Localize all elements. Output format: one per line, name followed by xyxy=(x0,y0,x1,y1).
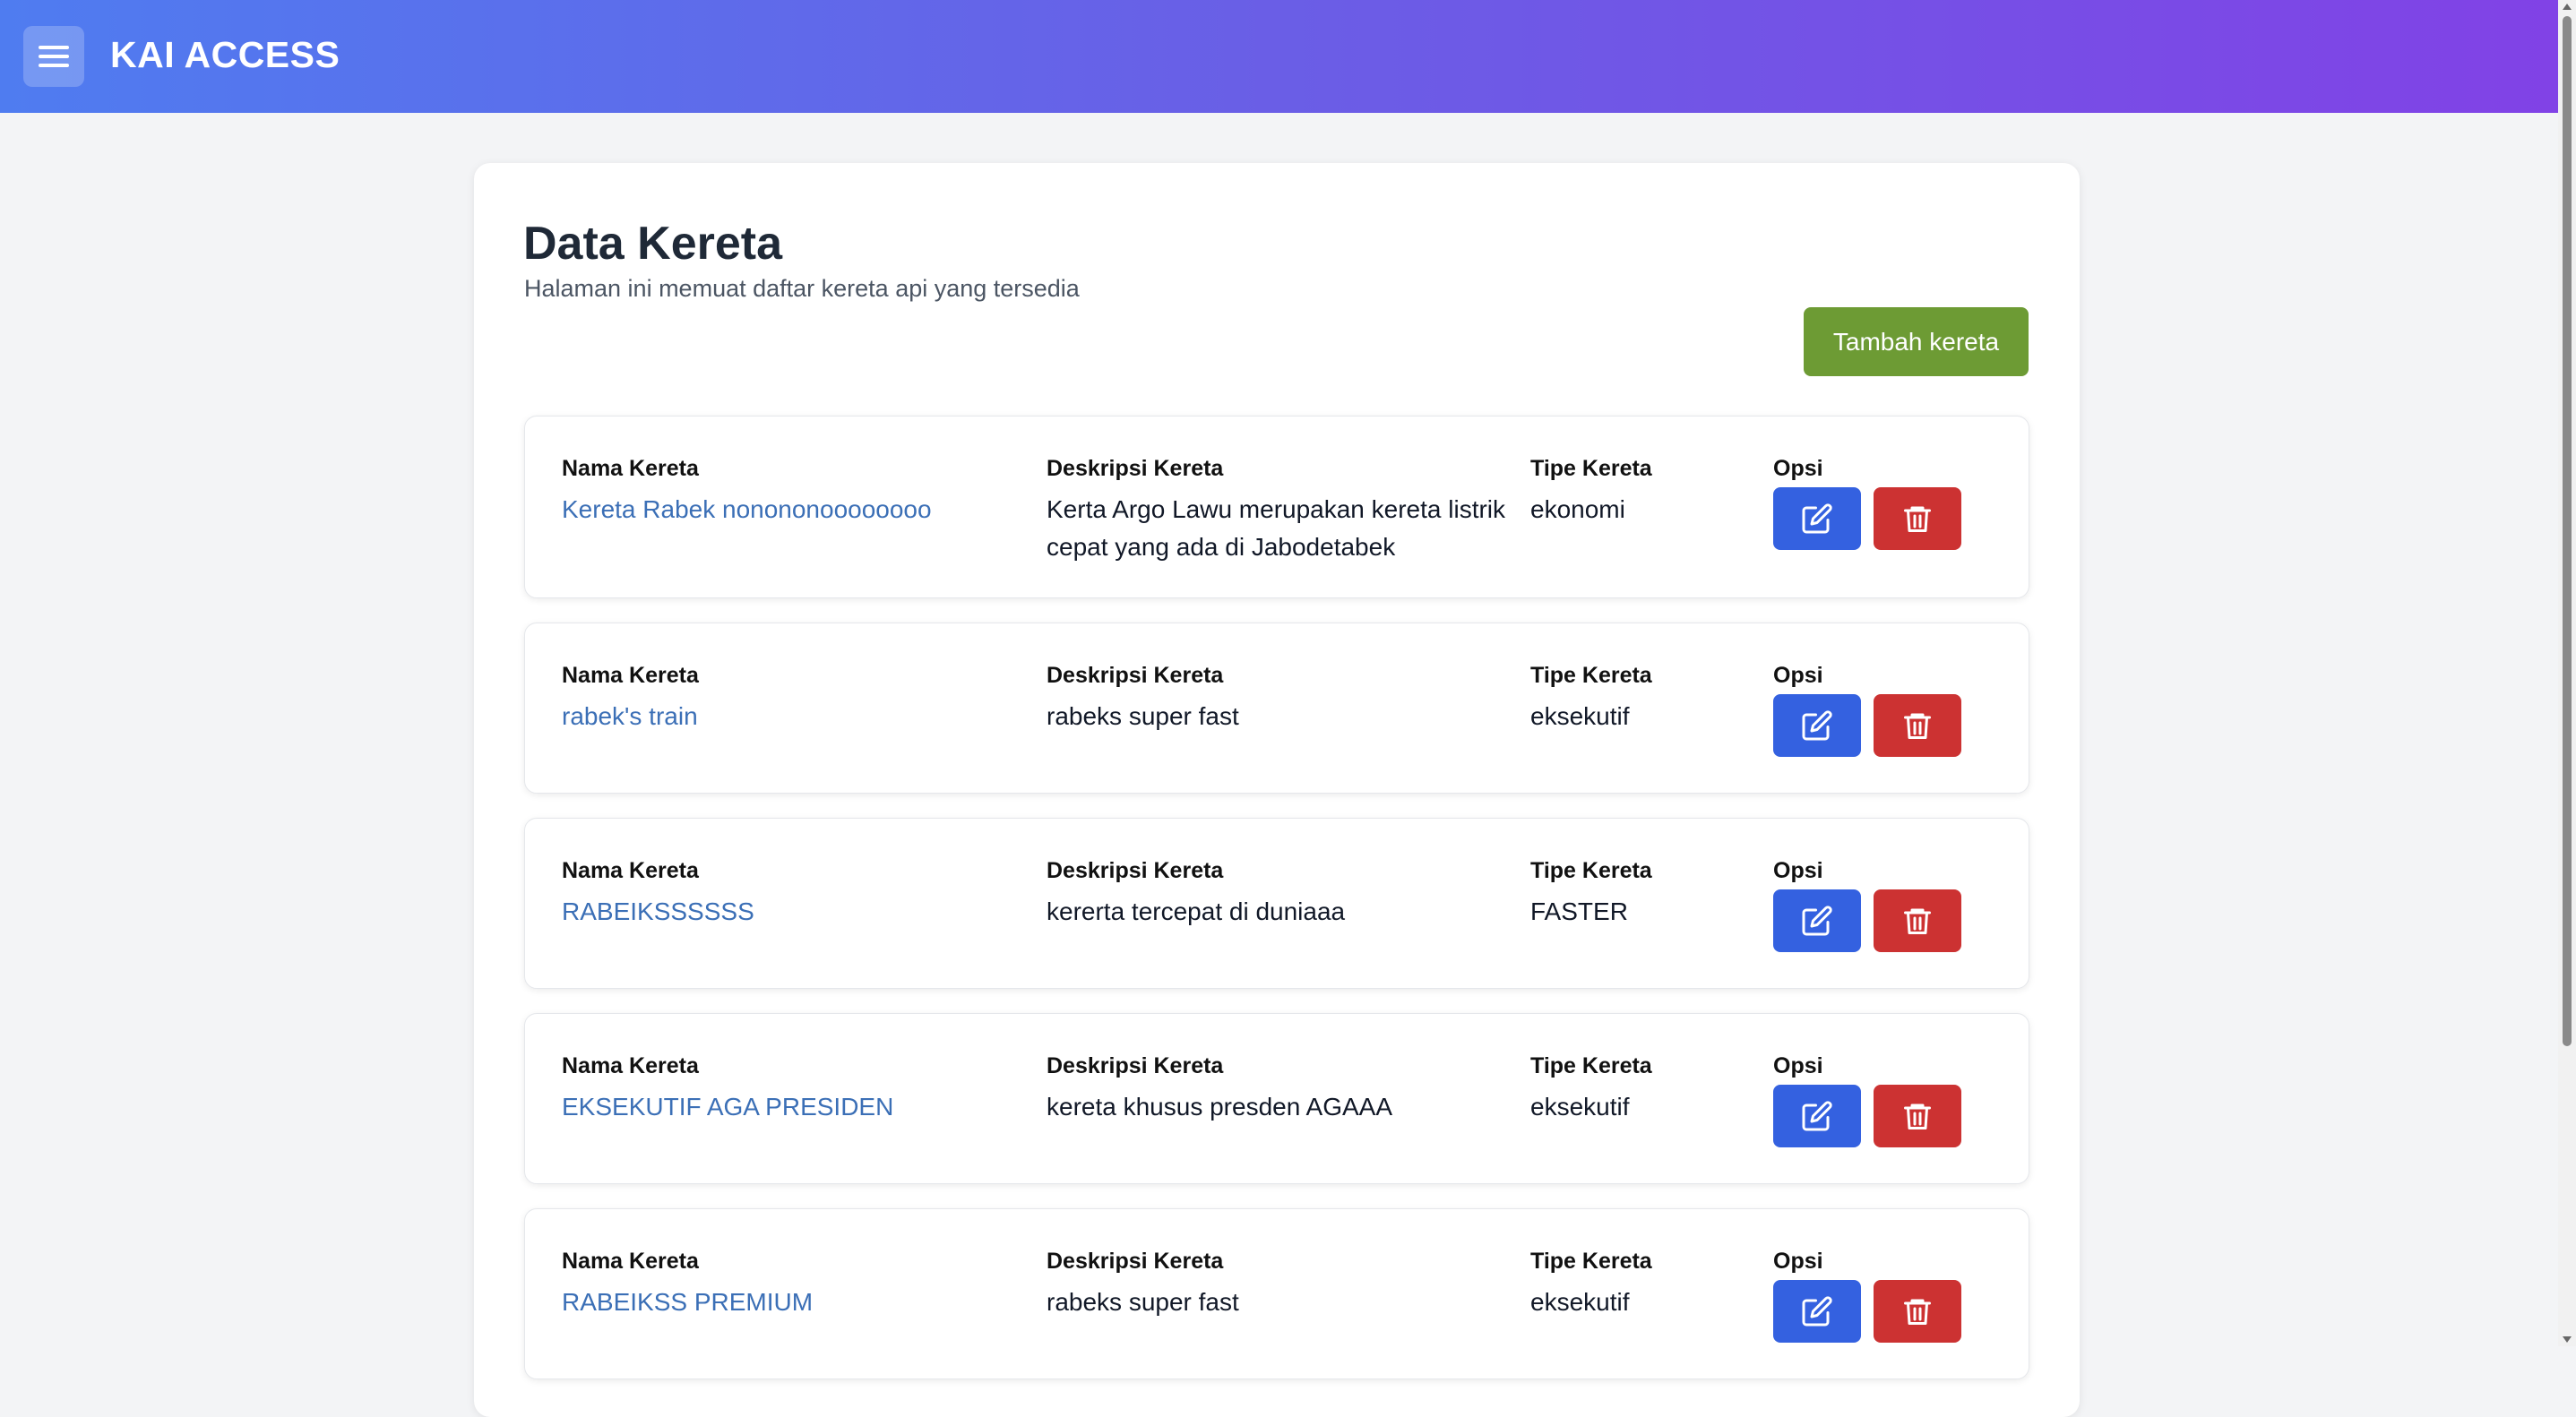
train-description: rabeks super fast xyxy=(1047,702,1239,730)
content-panel: Data Kereta Halaman ini memuat daftar ke… xyxy=(474,163,2080,1417)
type-label: Tipe Kereta xyxy=(1530,663,1652,688)
train-type: eksekutif xyxy=(1530,1288,1630,1316)
edit-button[interactable] xyxy=(1773,487,1861,550)
trash-icon xyxy=(1904,506,1931,532)
description-label: Deskripsi Kereta xyxy=(1047,456,1224,481)
train-name[interactable]: RABEIKSSSSSS xyxy=(562,893,1028,931)
app-title: KAI ACCESS xyxy=(110,34,340,75)
options-label: Opsi xyxy=(1773,1053,1823,1078)
delete-button[interactable] xyxy=(1874,487,1961,550)
edit-button[interactable] xyxy=(1773,694,1861,757)
scrollbar-thumb[interactable] xyxy=(2563,16,2572,1046)
name-label: Nama Kereta xyxy=(562,858,699,883)
train-card: Nama Kereta Kereta Rabek nonononoooooooo… xyxy=(524,416,2029,598)
name-label: Nama Kereta xyxy=(562,1053,699,1078)
type-label: Tipe Kereta xyxy=(1530,456,1652,481)
page-subtitle: Halaman ini memuat daftar kereta api yan… xyxy=(524,275,1080,302)
type-label: Tipe Kereta xyxy=(1530,1249,1652,1274)
description-label: Deskripsi Kereta xyxy=(1047,663,1224,688)
train-type: ekonomi xyxy=(1530,495,1625,523)
train-description: rabeks super fast xyxy=(1047,1288,1239,1316)
train-type: eksekutif xyxy=(1530,1093,1630,1121)
options-label: Opsi xyxy=(1773,1249,1823,1274)
page-title: Data Kereta xyxy=(523,218,783,270)
edit-button[interactable] xyxy=(1773,889,1861,952)
trash-icon xyxy=(1904,908,1931,934)
name-label: Nama Kereta xyxy=(562,1249,699,1274)
description-label: Deskripsi Kereta xyxy=(1047,1249,1224,1274)
menu-toggle-button[interactable] xyxy=(23,26,84,87)
pencil-square-icon xyxy=(1802,1296,1832,1327)
train-card: Nama Kereta RABEIKSS PREMIUM Deskripsi K… xyxy=(524,1208,2029,1379)
train-type: eksekutif xyxy=(1530,702,1630,730)
page-scrollbar[interactable] xyxy=(2558,0,2576,1346)
scroll-down-icon[interactable] xyxy=(2563,1336,2572,1343)
delete-button[interactable] xyxy=(1874,1280,1961,1343)
edit-button[interactable] xyxy=(1773,1280,1861,1343)
type-label: Tipe Kereta xyxy=(1530,1053,1652,1078)
name-label: Nama Kereta xyxy=(562,663,699,688)
delete-button[interactable] xyxy=(1874,889,1961,952)
train-description: kererta tercepat di duniaaa xyxy=(1047,897,1346,925)
trash-icon xyxy=(1904,713,1931,739)
train-name[interactable]: RABEIKSS PREMIUM xyxy=(562,1284,1028,1321)
pencil-square-icon xyxy=(1802,710,1832,741)
delete-button[interactable] xyxy=(1874,694,1961,757)
options-label: Opsi xyxy=(1773,663,1823,688)
description-label: Deskripsi Kereta xyxy=(1047,1053,1224,1078)
type-label: Tipe Kereta xyxy=(1530,858,1652,883)
options-label: Opsi xyxy=(1773,858,1823,883)
train-card: Nama Kereta rabek's train Deskripsi Kere… xyxy=(524,623,2029,794)
add-train-button[interactable]: Tambah kereta xyxy=(1804,307,2029,376)
train-type: FASTER xyxy=(1530,897,1628,925)
edit-button[interactable] xyxy=(1773,1085,1861,1147)
description-label: Deskripsi Kereta xyxy=(1047,858,1224,883)
top-navbar: KAI ACCESS xyxy=(0,0,2558,113)
hamburger-menu-icon xyxy=(39,46,69,49)
scroll-up-icon[interactable] xyxy=(2563,4,2572,10)
train-name[interactable]: EKSEKUTIF AGA PRESIDEN xyxy=(562,1088,1028,1126)
pencil-square-icon xyxy=(1802,906,1832,936)
pencil-square-icon xyxy=(1802,1101,1832,1131)
trash-icon xyxy=(1904,1299,1931,1325)
pencil-square-icon xyxy=(1802,503,1832,534)
name-label: Nama Kereta xyxy=(562,456,699,481)
delete-button[interactable] xyxy=(1874,1085,1961,1147)
options-label: Opsi xyxy=(1773,456,1823,481)
train-card: Nama Kereta EKSEKUTIF AGA PRESIDEN Deskr… xyxy=(524,1013,2029,1184)
train-description: Kerta Argo Lawu merupakan kereta listrik… xyxy=(1047,495,1506,561)
train-name[interactable]: rabek's train xyxy=(562,698,1028,735)
train-description: kereta khusus presden AGAAA xyxy=(1047,1093,1392,1121)
train-card: Nama Kereta RABEIKSSSSSS Deskripsi Keret… xyxy=(524,818,2029,989)
train-name[interactable]: Kereta Rabek nonononoooooooo xyxy=(562,491,1028,528)
train-list: Nama Kereta Kereta Rabek nonononoooooooo… xyxy=(524,416,2029,1406)
trash-icon xyxy=(1904,1104,1931,1129)
